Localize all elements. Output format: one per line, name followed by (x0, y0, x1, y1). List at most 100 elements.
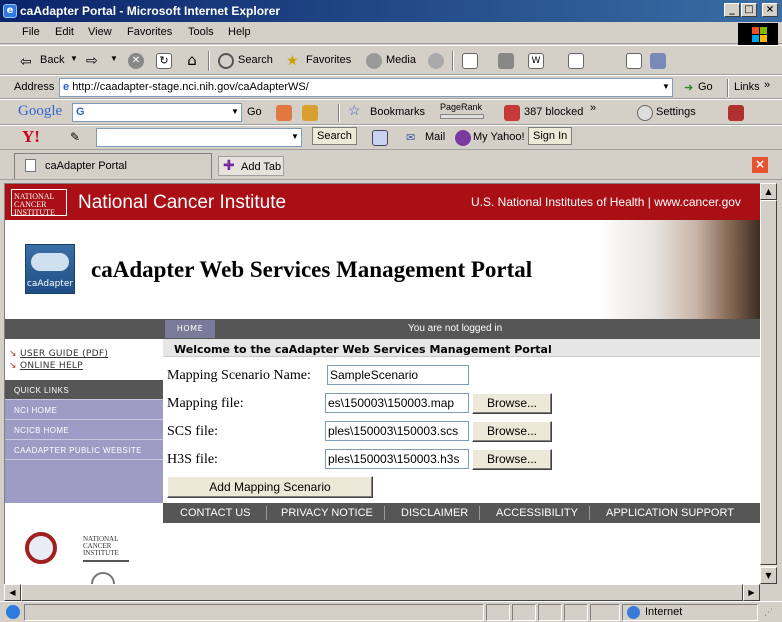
contact-us-link[interactable]: CONTACT US (180, 507, 251, 519)
scroll-left-icon[interactable]: ◀ (4, 584, 21, 601)
main-nav-bar: HOME You are not logged in (163, 319, 760, 339)
google-logo[interactable]: Google (18, 103, 62, 120)
windows-logo-icon (738, 23, 778, 45)
search-icon[interactable] (218, 53, 234, 69)
bookmarks-star-icon[interactable]: ☆ (348, 102, 361, 119)
menu-favorites[interactable]: Favorites (127, 26, 172, 38)
google-more-chevron-icon[interactable]: » (590, 102, 596, 114)
yahoo-search-input[interactable] (96, 128, 302, 147)
privacy-notice-link[interactable]: PRIVACY NOTICE (281, 507, 373, 519)
minimize-button[interactable]: _ (724, 3, 740, 17)
favorites-star-icon[interactable]: ★ (286, 53, 302, 69)
nih-seal-icon[interactable] (91, 572, 115, 584)
maximize-button[interactable]: □ (741, 3, 757, 17)
research-icon[interactable] (650, 53, 666, 69)
h3s-file-input[interactable]: ples\150003\150003.h3s (325, 449, 469, 469)
add-tab-button[interactable]: ✚ Add Tab (218, 156, 284, 176)
nci-home-link[interactable]: NCI HOME (5, 400, 163, 420)
go-arrow-icon[interactable]: ➜ (684, 81, 693, 94)
mail-icon[interactable] (462, 53, 478, 69)
address-input[interactable]: e http://caadapter-stage.nci.nih.gov/caA… (59, 78, 673, 97)
online-help-link[interactable]: ↘ ONLINE HELP (9, 361, 83, 371)
home-icon[interactable]: ⌂ (184, 52, 200, 68)
scs-browse-button[interactable]: Browse... (472, 421, 552, 442)
translate-icon[interactable] (728, 105, 744, 121)
application-support-link[interactable]: APPLICATION SUPPORT (606, 507, 734, 519)
yahoo-search-button[interactable]: Search (312, 127, 357, 145)
ncicb-home-link[interactable]: NCICB HOME (5, 420, 163, 440)
popup-blocked-count[interactable]: 387 blocked (524, 106, 583, 118)
footer-nci-logo[interactable]: NATIONAL CANCER INSTITUTE (83, 536, 129, 562)
print-icon[interactable] (498, 53, 514, 69)
refresh-icon[interactable]: ↻ (156, 53, 172, 69)
mapping-browse-button[interactable]: Browse... (472, 393, 552, 414)
scroll-up-icon[interactable]: ▲ (760, 183, 777, 200)
accessibility-link[interactable]: ACCESSIBILITY (496, 507, 578, 519)
back-button[interactable]: Back (40, 54, 64, 66)
nci-name-link[interactable]: National Cancer Institute (78, 192, 286, 214)
links-button[interactable]: Links (734, 81, 760, 93)
resize-grip[interactable]: ⋰ (764, 608, 773, 618)
close-tab-icon[interactable]: × (752, 157, 768, 173)
go-button[interactable]: Go (698, 81, 713, 93)
user-guide-link[interactable]: ↘ USER GUIDE (PDF) (9, 349, 108, 359)
google-go-button[interactable]: Go (247, 106, 262, 118)
stop-icon[interactable]: ✕ (128, 53, 144, 69)
media-icon[interactable] (366, 53, 382, 69)
horizontal-scrollbar[interactable]: ◀ ▶ (4, 584, 760, 601)
history-icon[interactable] (428, 53, 444, 69)
disclaimer-link[interactable]: DISCLAIMER (401, 507, 468, 519)
forward-button[interactable]: ⇨ (86, 52, 98, 69)
menu-tools[interactable]: Tools (188, 26, 214, 38)
links-chevron-icon[interactable]: » (764, 79, 770, 91)
yahoo-logo[interactable]: Y! (22, 127, 40, 147)
media-button[interactable]: Media (386, 54, 416, 66)
scs-file-input[interactable]: ples\150003\150003.scs (325, 421, 469, 441)
add-mapping-scenario-button[interactable]: Add Mapping Scenario (167, 476, 373, 498)
menu-help[interactable]: Help (228, 26, 251, 38)
hhs-seal-icon[interactable] (25, 532, 57, 564)
favorites-button[interactable]: Favorites (306, 54, 351, 66)
h3s-browse-button[interactable]: Browse... (472, 449, 552, 470)
my-yahoo-link[interactable]: My Yahoo! (473, 131, 525, 143)
menu-view[interactable]: View (88, 26, 112, 38)
google-settings-button[interactable]: Settings (656, 106, 696, 118)
nih-link[interactable]: U.S. National Institutes of Health | www… (471, 195, 741, 209)
scroll-right-icon[interactable]: ▶ (743, 584, 760, 601)
news-icon[interactable] (302, 105, 318, 121)
vertical-scrollbar[interactable]: ▲ ▼ (760, 183, 777, 584)
address-dropdown-icon[interactable]: ▼ (662, 82, 670, 91)
google-dropdown-icon[interactable]: ▼ (231, 107, 239, 116)
pagerank-tool-icon[interactable] (276, 105, 292, 121)
scenario-name-input[interactable]: SampleScenario (327, 365, 469, 385)
my-yahoo-icon (455, 130, 471, 146)
back-dropdown-icon[interactable]: ▼ (70, 54, 78, 63)
scroll-down-icon[interactable]: ▼ (760, 567, 777, 584)
edit-word-icon[interactable]: W (528, 53, 544, 69)
close-window-button[interactable]: × (762, 3, 778, 17)
mapping-file-input[interactable]: es\150003\150003.map (325, 393, 469, 413)
back-arrow-icon[interactable]: ⇦ (20, 53, 32, 70)
horizontal-scroll-thumb[interactable] (21, 584, 743, 601)
address-label: Address (14, 81, 55, 93)
pencil-icon[interactable]: ✎ (70, 130, 80, 144)
home-tab[interactable]: HOME (165, 320, 215, 338)
sign-in-button[interactable]: Sign In (528, 127, 573, 145)
pagerank-label[interactable]: PageRank (440, 102, 482, 112)
tab-caadapter-portal[interactable]: caAdapter Portal (14, 153, 212, 179)
yahoo-tools-icon[interactable] (372, 130, 388, 146)
yahoo-mail-link[interactable]: Mail (425, 131, 445, 143)
menu-file[interactable]: File (22, 26, 40, 38)
bookmarks-button[interactable]: Bookmarks (370, 106, 425, 118)
caadapter-public-website-link[interactable]: CAADAPTER PUBLIC WEBSITE (5, 440, 163, 460)
forward-dropdown-icon[interactable]: ▼ (110, 54, 118, 63)
yahoo-dropdown-icon[interactable]: ▼ (291, 132, 299, 141)
nci-logo[interactable]: NATIONAL CANCER INSTITUTE (11, 189, 67, 217)
settings-icon[interactable] (637, 105, 653, 121)
discuss-icon[interactable] (568, 53, 584, 69)
vertical-scroll-thumb[interactable] (760, 200, 777, 565)
search-toolbar-button[interactable]: Search (238, 54, 273, 66)
messenger-icon[interactable] (626, 53, 642, 69)
menu-edit[interactable]: Edit (55, 26, 74, 38)
google-search-input[interactable]: G (72, 103, 242, 122)
